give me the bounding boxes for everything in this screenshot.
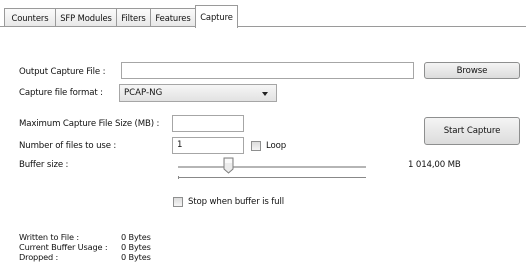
file-format-select[interactable]: PCAP-NG bbox=[119, 84, 277, 102]
buffer-size-label: Buffer size : bbox=[19, 160, 69, 170]
num-files-field[interactable]: 1 bbox=[172, 137, 244, 154]
tab-capture[interactable]: Capture bbox=[195, 5, 238, 28]
max-size-label: Maximum Capture File Size (MB) : bbox=[19, 119, 160, 129]
output-file-field[interactable] bbox=[121, 62, 414, 79]
tab-counters[interactable]: Counters bbox=[4, 8, 56, 26]
capture-panel: Counters SFP Modules Filters Features Ca… bbox=[0, 0, 526, 266]
slider-tick-line bbox=[178, 177, 366, 178]
current-usage-label: Current Buffer Usage : bbox=[19, 242, 108, 252]
tab-filters[interactable]: Filters bbox=[116, 8, 151, 26]
tab-sfp-modules[interactable]: SFP Modules bbox=[55, 8, 117, 26]
tab-features[interactable]: Features bbox=[150, 8, 196, 26]
buffer-size-value: 1 014,00 MB bbox=[408, 160, 461, 170]
file-format-value: PCAP-NG bbox=[124, 88, 163, 98]
dropped-label: Dropped : bbox=[19, 252, 59, 262]
written-value: 0 Bytes bbox=[121, 232, 151, 242]
chevron-down-icon bbox=[262, 92, 268, 96]
output-file-label: Output Capture File : bbox=[19, 67, 106, 77]
num-files-label: Number of files to use : bbox=[19, 141, 117, 151]
num-files-value: 1 bbox=[177, 140, 183, 150]
browse-button[interactable]: Browse bbox=[424, 62, 520, 79]
buffer-slider-track[interactable] bbox=[178, 166, 366, 169]
written-label: Written to File : bbox=[19, 232, 79, 242]
dropped-value: 0 Bytes bbox=[121, 252, 151, 262]
tab-divider bbox=[0, 26, 526, 27]
max-size-field[interactable] bbox=[172, 115, 244, 132]
loop-label: Loop bbox=[266, 141, 287, 151]
tab-bar: Counters SFP Modules Filters Features Ca… bbox=[0, 0, 526, 28]
buffer-slider-thumb[interactable] bbox=[223, 157, 234, 174]
stop-when-full-label: Stop when buffer is full bbox=[188, 197, 284, 207]
file-format-label: Capture file format : bbox=[19, 88, 103, 98]
stop-when-full-checkbox[interactable] bbox=[173, 197, 183, 207]
current-usage-value: 0 Bytes bbox=[121, 242, 151, 252]
loop-checkbox[interactable] bbox=[251, 141, 261, 151]
start-capture-button[interactable]: Start Capture bbox=[424, 117, 520, 145]
